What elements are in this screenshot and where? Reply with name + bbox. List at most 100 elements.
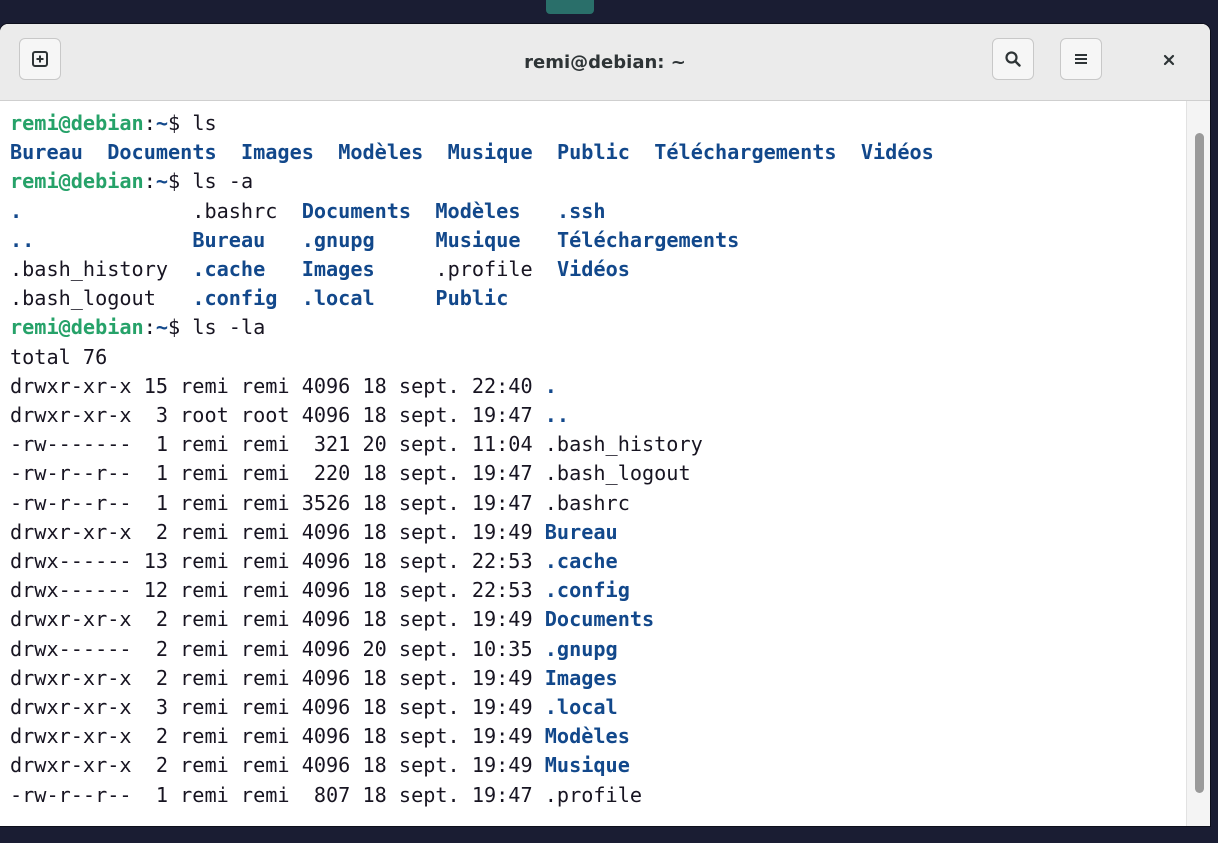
directory-name: .. xyxy=(10,227,35,252)
terminal-line: remi@debian:~$ ls -la xyxy=(10,313,265,342)
desktop-accent xyxy=(546,0,594,14)
prompt-path: ~ xyxy=(155,169,169,194)
directory-name: Bureau xyxy=(544,519,618,544)
terminal-line: -rw-r--r-- 1 remi remi 220 18 sept. 19:4… xyxy=(10,459,691,488)
terminal-line: drwxr-xr-x 2 remi remi 4096 18 sept. 19:… xyxy=(10,605,654,634)
terminal-line: drwx------ 12 remi remi 4096 18 sept. 22… xyxy=(10,576,630,605)
vertical-scrollbar[interactable] xyxy=(1186,101,1210,826)
terminal-line: drwxr-xr-x 2 remi remi 4096 18 sept. 19:… xyxy=(10,722,630,751)
terminal-line: .bash_history .cache Images .profile Vid… xyxy=(10,255,630,284)
terminal-text: drwxr-xr-x 2 remi remi 4096 18 sept. 19:… xyxy=(10,724,545,749)
directory-name: Vidéos xyxy=(556,257,630,281)
terminal-line: Bureau Documents Images Modèles Musique … xyxy=(10,138,934,167)
directory-name: . xyxy=(544,373,557,398)
terminal-window: remi@debian: ~ remi@debian:~$ ls Bureau … xyxy=(0,24,1210,826)
directory-name: .gnupg xyxy=(301,227,375,252)
terminal-text: .bash_history xyxy=(10,257,193,281)
directory-name: Modèles xyxy=(338,140,424,165)
directory-name: .cache xyxy=(544,549,618,573)
terminal-text: drwxr-xr-x 15 remi remi 4096 18 sept. 22… xyxy=(10,373,545,398)
terminal-output[interactable]: remi@debian:~$ ls Bureau Documents Images… xyxy=(0,101,1186,826)
terminal-text: drwx------ 12 remi remi 4096 18 sept. 22… xyxy=(10,578,545,603)
terminal-text: .profile xyxy=(374,257,557,281)
menu-button[interactable] xyxy=(1060,38,1102,80)
search-button[interactable] xyxy=(992,38,1034,80)
directory-name: Téléchargements xyxy=(654,140,837,165)
directory-name: .. xyxy=(544,403,570,427)
terminal-line: drwxr-xr-x 2 remi remi 4096 18 sept. 19:… xyxy=(10,518,618,547)
directory-name: .gnupg xyxy=(544,636,618,661)
directory-name: Bureau xyxy=(10,140,83,165)
terminal-text: .bashrc xyxy=(22,198,302,223)
terminal-line: drwx------ 2 remi remi 4096 20 sept. 10:… xyxy=(10,635,618,664)
prompt-path: ~ xyxy=(155,315,169,340)
directory-name: Bureau xyxy=(192,227,266,252)
terminal-text: drwxr-xr-x 2 remi remi 4096 18 sept. 19:… xyxy=(10,665,545,690)
directory-name: Modèles xyxy=(435,198,521,223)
terminal-text: $ ls -a xyxy=(168,169,254,194)
directory-name: Musique xyxy=(435,227,521,252)
terminal-line: drwxr-xr-x 2 remi remi 4096 18 sept. 19:… xyxy=(10,664,618,693)
terminal-text: $ ls -la xyxy=(168,315,266,340)
terminal-text: drwxr-xr-x 2 remi remi 4096 18 sept. 19:… xyxy=(10,607,545,632)
terminal-text: : xyxy=(143,169,156,194)
terminal-text: drwxr-xr-x 3 remi remi 4096 18 sept. 19:… xyxy=(10,695,545,719)
close-icon xyxy=(1163,54,1175,66)
directory-name: .config xyxy=(192,286,278,311)
directory-name: . xyxy=(10,198,23,223)
prompt-user: remi@debian xyxy=(10,111,144,135)
terminal-line: -rw------- 1 remi remi 321 20 sept. 11:0… xyxy=(10,430,703,459)
terminal-line: drwxr-xr-x 3 remi remi 4096 18 sept. 19:… xyxy=(10,693,618,722)
directory-name: Musique xyxy=(447,140,533,165)
terminal-line: remi@debian:~$ ls -a xyxy=(10,167,253,196)
directory-name: Documents xyxy=(544,607,655,632)
terminal-line: total 76 xyxy=(10,343,107,372)
terminal-text: -rw------- 1 remi remi 321 20 sept. 11:0… xyxy=(10,432,703,457)
terminal-line: . .bashrc Documents Modèles .ssh xyxy=(10,197,606,226)
directory-name: .cache xyxy=(192,257,266,281)
search-icon xyxy=(1005,51,1021,67)
prompt-user: remi@debian xyxy=(10,169,144,194)
directory-name: Musique xyxy=(544,753,630,778)
directory-name: Public xyxy=(435,286,509,311)
directory-name: .local xyxy=(544,695,618,719)
prompt-path: ~ xyxy=(155,111,169,135)
header-bar: remi@debian: ~ xyxy=(0,24,1210,101)
scrollbar-thumb[interactable] xyxy=(1195,133,1204,793)
close-button[interactable] xyxy=(1151,42,1187,78)
directory-name: Images xyxy=(240,140,314,165)
terminal-text: drwx------ 13 remi remi 4096 18 sept. 22… xyxy=(10,549,545,573)
terminal-line: remi@debian:~$ ls xyxy=(10,109,217,138)
terminal-line: drwxr-xr-x 15 remi remi 4096 18 sept. 22… xyxy=(10,372,557,401)
terminal-text: -rw-r--r-- 1 remi remi 3526 18 sept. 19:… xyxy=(10,490,630,515)
terminal-text: total 76 xyxy=(10,344,108,369)
terminal-text: drwx------ 2 remi remi 4096 20 sept. 10:… xyxy=(10,636,545,661)
directory-name: Images xyxy=(544,665,618,690)
terminal-text: : xyxy=(143,315,156,340)
terminal-line: .bash_logout .config .local Public xyxy=(10,284,508,313)
directory-name: Images xyxy=(301,257,375,281)
new-tab-icon xyxy=(32,51,48,67)
directory-name: .config xyxy=(544,578,630,603)
directory-name: .local xyxy=(301,286,375,311)
new-tab-button[interactable] xyxy=(19,38,61,80)
prompt-user: remi@debian xyxy=(10,315,144,340)
directory-name: Public xyxy=(556,140,630,165)
terminal-text: $ ls xyxy=(168,111,217,135)
directory-name: .ssh xyxy=(556,198,606,223)
desktop-background: remi@debian: ~ remi@debian:~$ ls Bureau … xyxy=(0,0,1218,843)
terminal-line: -rw-r--r-- 1 remi remi 807 18 sept. 19:4… xyxy=(10,781,642,810)
